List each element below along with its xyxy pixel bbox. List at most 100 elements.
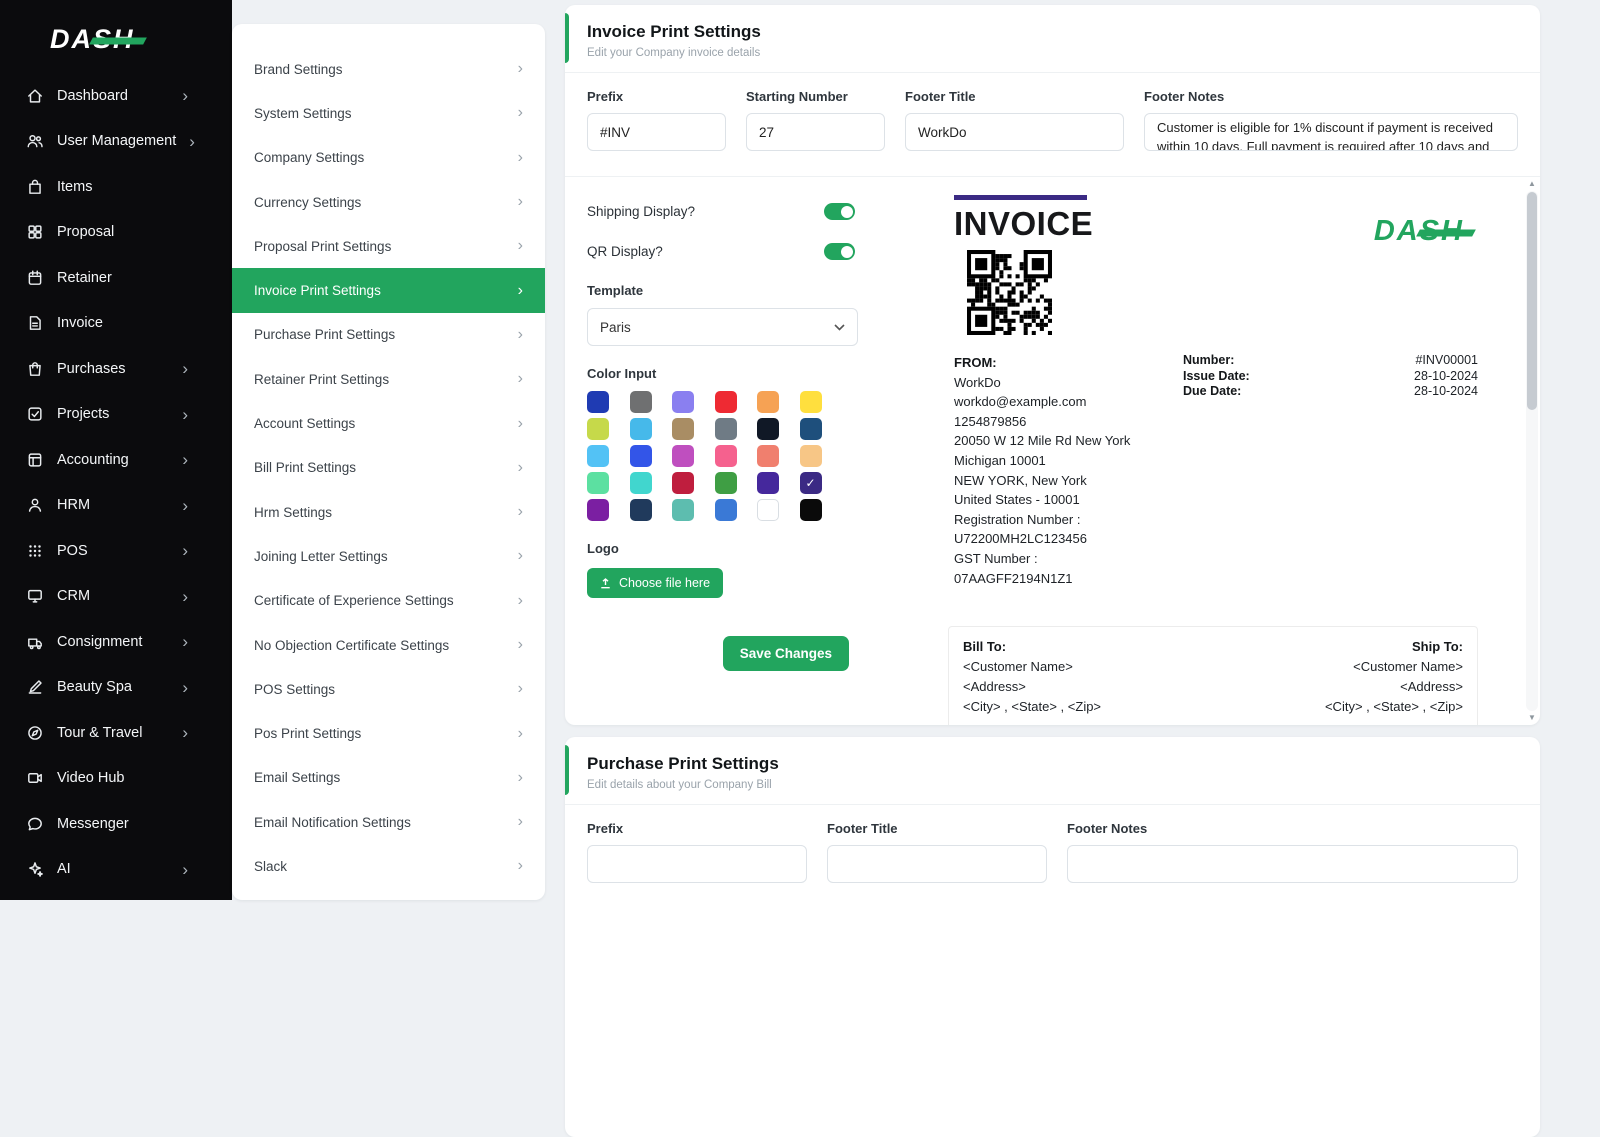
- settings-menu-item-company-settings[interactable]: Company Settings›: [232, 136, 545, 180]
- settings-menu-item-email-settings[interactable]: Email Settings›: [232, 756, 545, 800]
- settings-menu-item-bill-print-settings[interactable]: Bill Print Settings›: [232, 446, 545, 490]
- color-swatch[interactable]: [715, 499, 737, 521]
- sidebar-item-tour-travel[interactable]: Tour & Travel›: [0, 710, 232, 756]
- settings-menu-item-account-settings[interactable]: Account Settings›: [232, 401, 545, 445]
- sidebar-item-items[interactable]: Items: [0, 164, 232, 210]
- settings-menu-item-system-settings[interactable]: System Settings›: [232, 91, 545, 135]
- invoice-from-line: 1254879856: [954, 412, 1183, 432]
- settings-menu-item-joining-letter-settings[interactable]: Joining Letter Settings›: [232, 534, 545, 578]
- color-swatch[interactable]: [800, 445, 822, 467]
- color-swatch[interactable]: [800, 391, 822, 413]
- purchase-footer-notes-input[interactable]: [1067, 845, 1518, 883]
- color-swatch[interactable]: [715, 391, 737, 413]
- color-swatch[interactable]: [630, 418, 652, 440]
- purchase-footer-title-label: Footer Title: [827, 821, 1047, 836]
- settings-menu-item-retainer-print-settings[interactable]: Retainer Print Settings›: [232, 357, 545, 401]
- settings-menu-item-no-objection-certificate-settings[interactable]: No Objection Certificate Settings›: [232, 623, 545, 667]
- sidebar-item-label: HRM: [57, 497, 90, 513]
- purchase-title: Purchase Print Settings: [587, 754, 1518, 774]
- purchase-footer-title-input[interactable]: [827, 845, 1047, 883]
- scrollbar-thumb[interactable]: [1527, 192, 1537, 410]
- sidebar-item-retainer[interactable]: Retainer: [0, 255, 232, 301]
- save-changes-button[interactable]: Save Changes: [723, 636, 849, 671]
- sidebar-item-projects[interactable]: Projects›: [0, 392, 232, 438]
- color-swatch[interactable]: [757, 472, 779, 494]
- chevron-down-icon: [834, 324, 845, 331]
- color-swatch[interactable]: [630, 391, 652, 413]
- settings-menu-item-proposal-print-settings[interactable]: Proposal Print Settings›: [232, 224, 545, 268]
- color-swatch[interactable]: [800, 499, 822, 521]
- sidebar-item-dashboard[interactable]: Dashboard›: [0, 73, 232, 119]
- scrollbar-down-arrow[interactable]: ▼: [1526, 713, 1538, 723]
- purchase-prefix-input[interactable]: [587, 845, 807, 883]
- ship-to-label: Ship To:: [1325, 637, 1463, 657]
- settings-menu-item-invoice-print-settings[interactable]: Invoice Print Settings›: [232, 268, 545, 312]
- color-swatch[interactable]: [587, 391, 609, 413]
- color-swatch[interactable]: [672, 391, 694, 413]
- sidebar-item-accounting[interactable]: Accounting›: [0, 437, 232, 483]
- settings-menu-item-pos-settings[interactable]: POS Settings›: [232, 667, 545, 711]
- color-swatch[interactable]: [587, 472, 609, 494]
- color-swatch[interactable]: [587, 445, 609, 467]
- prefix-input[interactable]: [587, 113, 726, 151]
- template-select[interactable]: Paris: [587, 308, 858, 346]
- invoice-print-settings-card: Invoice Print Settings Edit your Company…: [565, 5, 1540, 725]
- sidebar-item-messenger[interactable]: Messenger: [0, 801, 232, 847]
- sidebar-item-video-hub[interactable]: Video Hub: [0, 756, 232, 802]
- app-logo[interactable]: DASH: [0, 14, 232, 73]
- color-swatch[interactable]: [757, 418, 779, 440]
- settings-menu-item-hrm-settings[interactable]: Hrm Settings›: [232, 490, 545, 534]
- color-swatch[interactable]: [672, 499, 694, 521]
- color-swatch[interactable]: [630, 499, 652, 521]
- sidebar-item-beauty-spa[interactable]: Beauty Spa›: [0, 665, 232, 711]
- color-swatch[interactable]: [587, 418, 609, 440]
- settings-menu-item-brand-settings[interactable]: Brand Settings›: [232, 47, 545, 91]
- chevron-right-icon: ›: [518, 149, 523, 167]
- sidebar-item-user-management[interactable]: User Management›: [0, 119, 232, 165]
- choose-file-label: Choose file here: [619, 576, 710, 590]
- sidebar-item-invoice[interactable]: Invoice: [0, 301, 232, 347]
- chevron-right-icon: ›: [518, 237, 523, 255]
- sidebar-item-pos[interactable]: POS›: [0, 528, 232, 574]
- footer-notes-input[interactable]: Customer is eligible for 1% discount if …: [1144, 113, 1518, 151]
- color-swatch[interactable]: [715, 418, 737, 440]
- choose-file-button[interactable]: Choose file here: [587, 568, 723, 598]
- sidebar-item-proposal[interactable]: Proposal: [0, 210, 232, 256]
- color-swatch-selected[interactable]: ✓: [800, 472, 822, 494]
- shipping-display-toggle[interactable]: [824, 203, 855, 220]
- color-swatch[interactable]: [630, 445, 652, 467]
- color-swatch[interactable]: [672, 418, 694, 440]
- sidebar-item-consignment[interactable]: Consignment›: [0, 619, 232, 665]
- settings-menu-item-label: Currency Settings: [254, 195, 361, 210]
- color-swatch[interactable]: [715, 472, 737, 494]
- color-swatch[interactable]: [757, 391, 779, 413]
- meta-value: 28-10-2024: [1414, 369, 1478, 385]
- settings-menu-item-pos-print-settings[interactable]: Pos Print Settings›: [232, 711, 545, 755]
- bill-to-label: Bill To:: [963, 637, 1101, 657]
- chevron-right-icon: ›: [182, 360, 188, 377]
- settings-menu-item-slack[interactable]: Slack›: [232, 844, 545, 888]
- sidebar-item-crm[interactable]: CRM›: [0, 574, 232, 620]
- footer-title-input[interactable]: [905, 113, 1124, 151]
- starting-number-input[interactable]: [746, 113, 885, 151]
- sidebar-item-ai[interactable]: AI›: [0, 847, 232, 893]
- color-swatch[interactable]: [587, 499, 609, 521]
- color-swatch[interactable]: [672, 472, 694, 494]
- color-swatch[interactable]: [672, 445, 694, 467]
- invoice-brand-logo: DASH: [1374, 215, 1464, 248]
- sidebar-item-hrm[interactable]: HRM›: [0, 483, 232, 529]
- qr-display-toggle[interactable]: [824, 243, 855, 260]
- ship-to-block: Ship To: <Customer Name><Address><City> …: [1325, 637, 1463, 716]
- logo-label: Logo: [587, 541, 927, 556]
- settings-menu-item-certificate-of-experience-settings[interactable]: Certificate of Experience Settings›: [232, 579, 545, 623]
- settings-menu-item-currency-settings[interactable]: Currency Settings›: [232, 180, 545, 224]
- settings-menu-item-purchase-print-settings[interactable]: Purchase Print Settings›: [232, 313, 545, 357]
- scrollbar-up-arrow[interactable]: ▲: [1526, 179, 1538, 189]
- color-swatch[interactable]: [757, 499, 779, 521]
- color-swatch[interactable]: [757, 445, 779, 467]
- color-swatch[interactable]: [630, 472, 652, 494]
- settings-menu-item-email-notification-settings[interactable]: Email Notification Settings›: [232, 800, 545, 844]
- color-swatch[interactable]: [800, 418, 822, 440]
- sidebar-item-purchases[interactable]: Purchases›: [0, 346, 232, 392]
- color-swatch[interactable]: [715, 445, 737, 467]
